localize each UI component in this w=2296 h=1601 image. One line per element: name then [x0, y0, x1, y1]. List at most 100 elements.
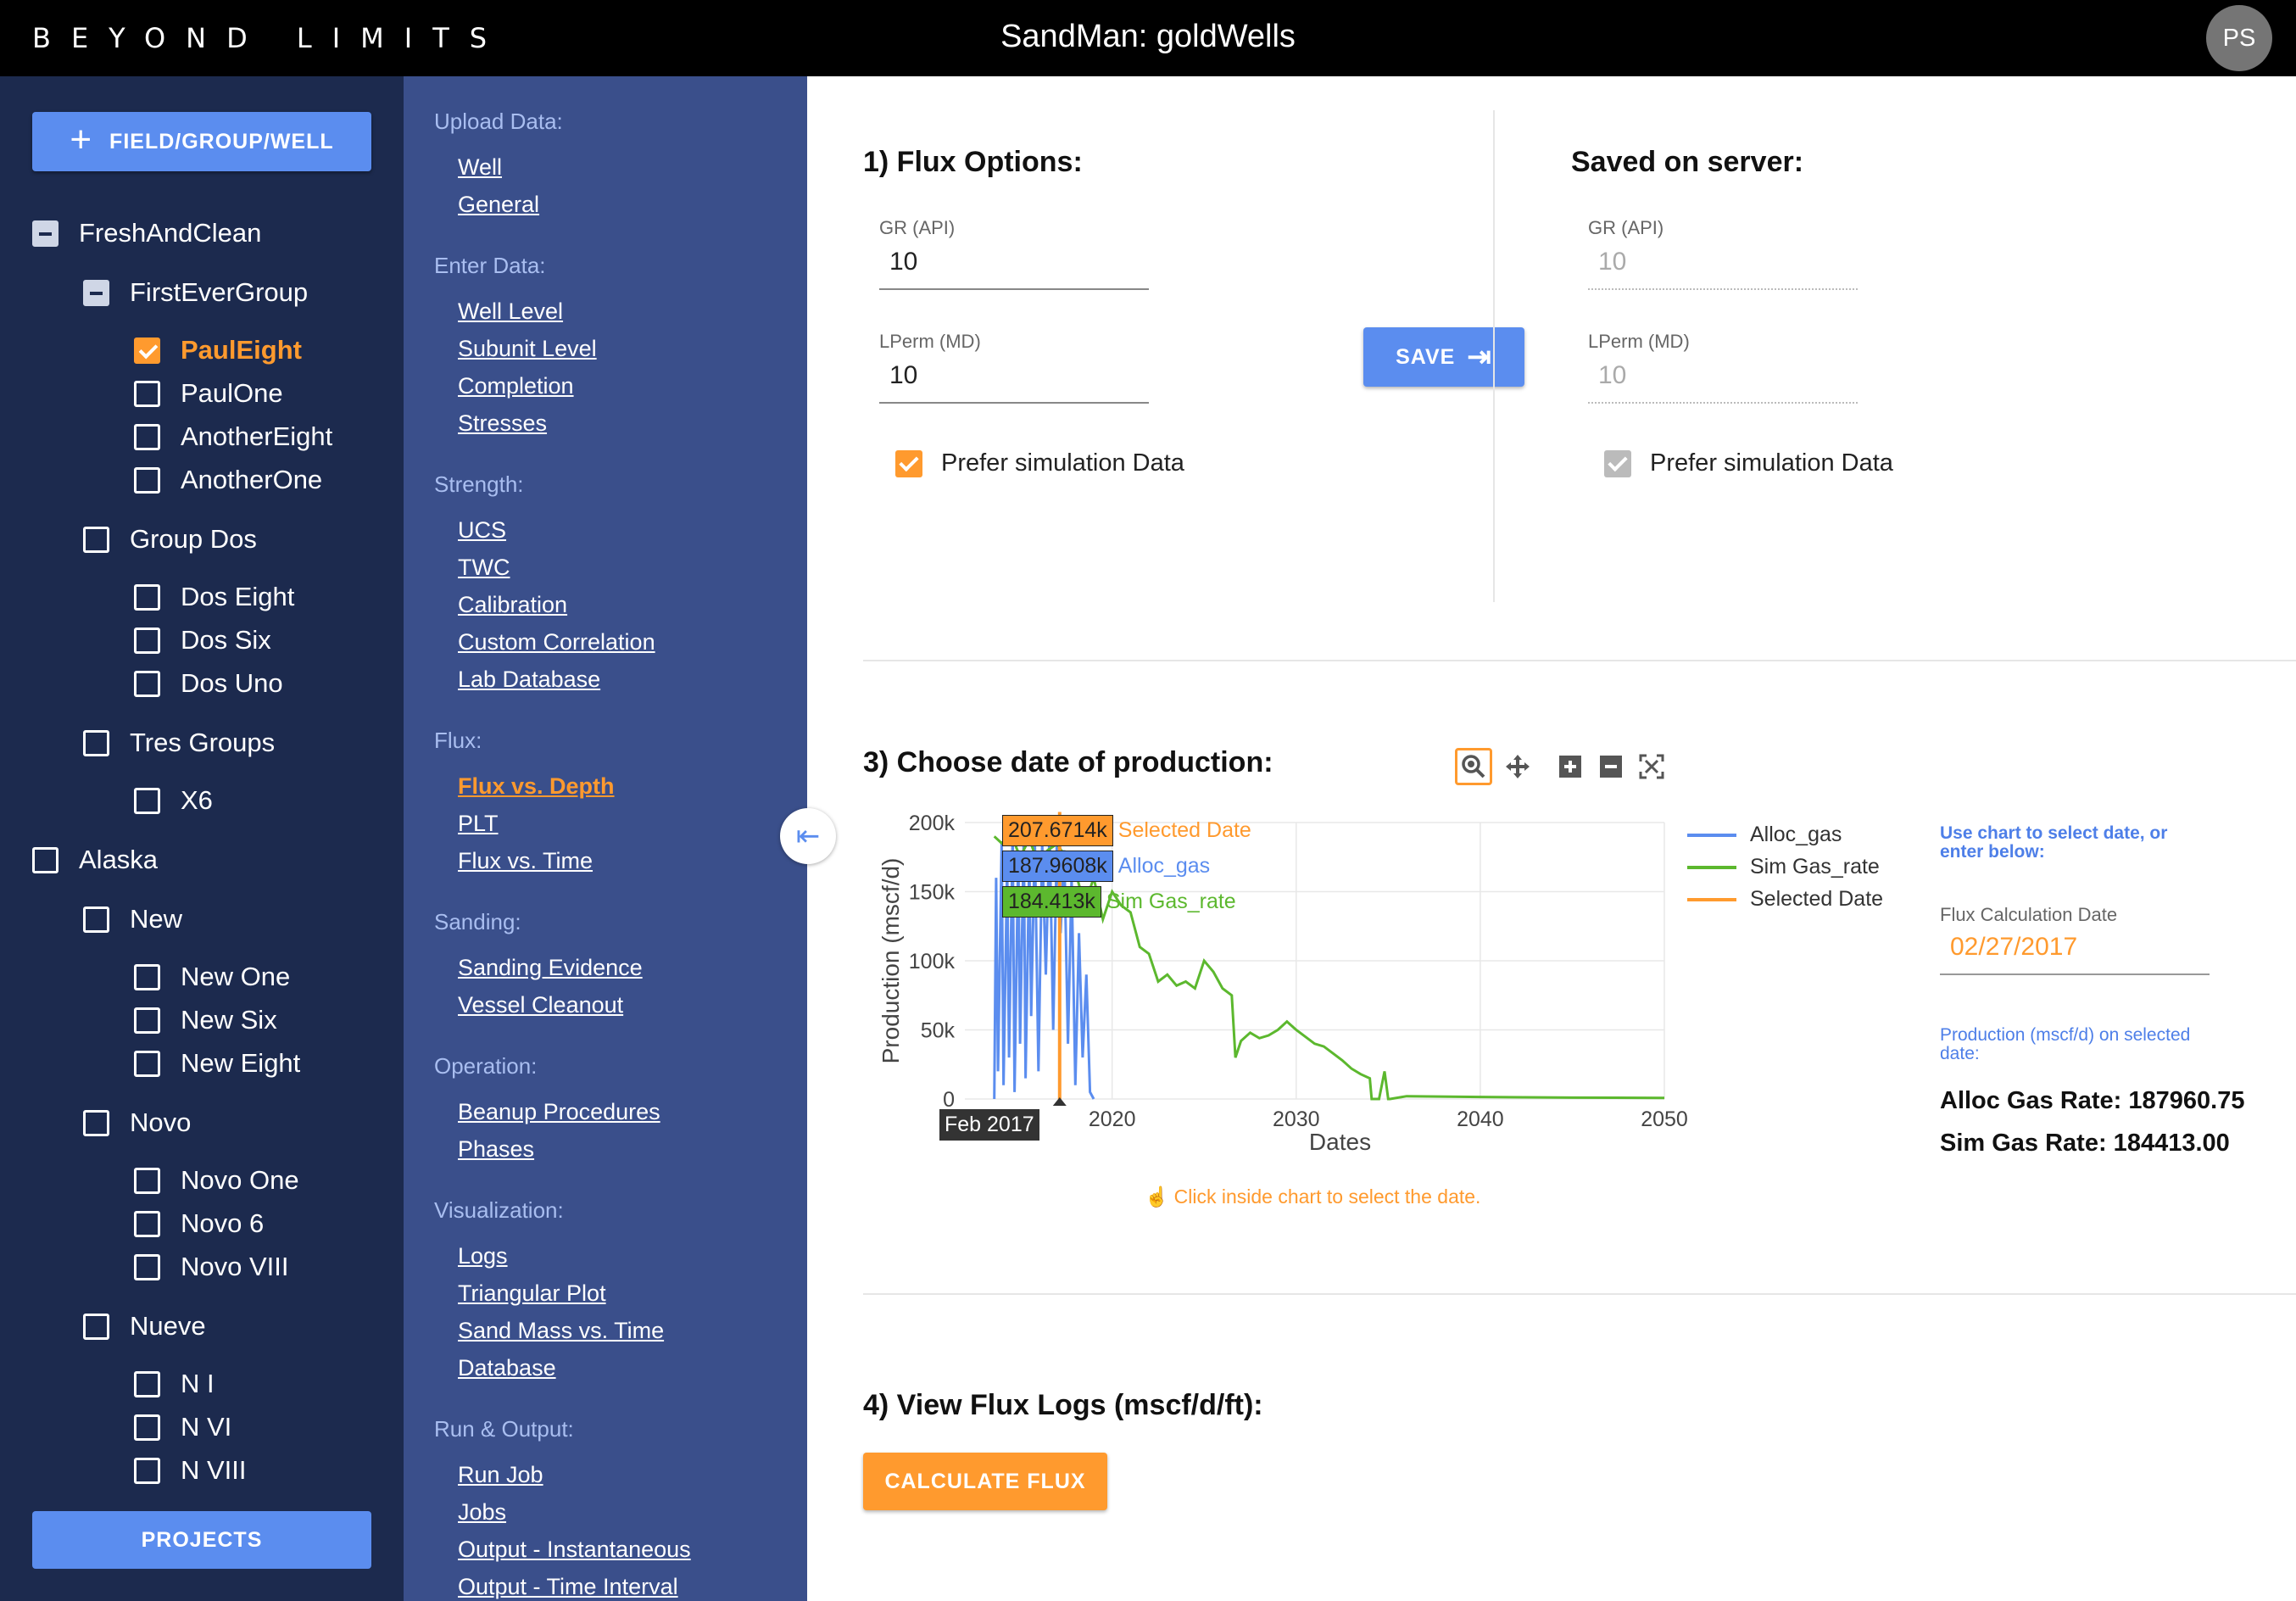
- nav-link[interactable]: PLT: [458, 811, 499, 837]
- user-avatar[interactable]: PS: [2206, 5, 2272, 71]
- tree-item[interactable]: PaulEight: [134, 335, 302, 365]
- tree-item[interactable]: N VIII: [134, 1455, 247, 1486]
- nav-link[interactable]: Flux vs. Depth: [458, 773, 615, 800]
- top-bar: BEYOND LIMITS SandMan: goldWells PS: [0, 0, 2296, 76]
- tree-item-label: Nueve: [130, 1311, 206, 1341]
- nav-link[interactable]: Well Level: [458, 298, 563, 325]
- tree-item[interactable]: Novo: [83, 1107, 191, 1138]
- nav-link[interactable]: Run Job: [458, 1462, 543, 1488]
- legend-item[interactable]: Sim Gas_rate: [1687, 855, 1880, 879]
- flux-date-input[interactable]: 02/27/2017: [1940, 933, 2210, 975]
- autoscale-icon[interactable]: [1633, 748, 1670, 785]
- nav-link[interactable]: Sanding Evidence: [458, 955, 643, 981]
- nav-link[interactable]: Jobs: [458, 1499, 506, 1526]
- checkbox-icon[interactable]: [134, 787, 160, 814]
- checkbox-icon[interactable]: [134, 1370, 160, 1397]
- nav-link[interactable]: Beanup Procedures: [458, 1099, 660, 1125]
- nav-link[interactable]: Stresses: [458, 410, 547, 437]
- tree-item-label: Novo: [130, 1107, 192, 1137]
- tree-item[interactable]: New Eight: [134, 1048, 300, 1079]
- tree-item[interactable]: Novo One: [134, 1165, 299, 1196]
- projects-button[interactable]: PROJECTS: [32, 1511, 371, 1569]
- nav-link[interactable]: Phases: [458, 1136, 534, 1163]
- checkbox-icon[interactable]: [134, 1007, 160, 1034]
- tree-item[interactable]: Alaska: [32, 845, 158, 875]
- tree-item[interactable]: New One: [134, 962, 290, 992]
- save-button[interactable]: SAVE ⇥: [1363, 327, 1524, 387]
- nav-link[interactable]: Completion: [458, 373, 574, 399]
- checkbox-checked-icon[interactable]: [134, 337, 160, 364]
- checkbox-indeterminate-icon[interactable]: [83, 279, 109, 306]
- tree-item[interactable]: Tres Groups: [83, 728, 275, 758]
- legend-item[interactable]: Selected Date: [1687, 887, 1883, 912]
- nav-link[interactable]: Logs: [458, 1243, 508, 1269]
- checkbox-icon[interactable]: [134, 583, 160, 611]
- nav-link[interactable]: Flux vs. Time: [458, 848, 593, 874]
- nav-link[interactable]: Lab Database: [458, 667, 600, 693]
- pan-icon[interactable]: [1499, 748, 1536, 785]
- tree-item[interactable]: FreshAndClean: [32, 218, 261, 248]
- tree-item[interactable]: X6: [134, 785, 213, 816]
- zoom-out-icon[interactable]: [1592, 748, 1630, 785]
- nav-link[interactable]: Triangular Plot: [458, 1280, 606, 1307]
- legend-item[interactable]: Alloc_gas: [1687, 823, 1842, 847]
- tree-item[interactable]: Novo 6: [134, 1208, 264, 1239]
- checkbox-icon[interactable]: [134, 466, 160, 494]
- nav-link[interactable]: Custom Correlation: [458, 629, 655, 655]
- nav-link[interactable]: TWC: [458, 555, 510, 581]
- tree-item[interactable]: Dos Eight: [134, 582, 294, 612]
- tree-item[interactable]: New Six: [134, 1005, 277, 1035]
- nav-link[interactable]: UCS: [458, 517, 506, 544]
- checkbox-icon[interactable]: [134, 1414, 160, 1441]
- tree-item[interactable]: N I: [134, 1369, 215, 1399]
- checkbox-icon[interactable]: [134, 627, 160, 654]
- tree-item[interactable]: New: [83, 904, 182, 934]
- tree-item[interactable]: PaulOne: [134, 378, 283, 409]
- checkbox-icon[interactable]: [134, 1050, 160, 1077]
- tree-item[interactable]: FirstEverGroup: [83, 277, 308, 308]
- lperm-input[interactable]: 10: [879, 361, 1149, 404]
- nav-link[interactable]: General: [458, 192, 539, 218]
- tree-item[interactable]: AnotherEight: [134, 421, 332, 452]
- nav-link[interactable]: Vessel Cleanout: [458, 992, 623, 1018]
- checkbox-indeterminate-icon[interactable]: [32, 220, 59, 247]
- checkbox-icon[interactable]: [134, 963, 160, 990]
- nav-link[interactable]: Sand Mass vs. Time: [458, 1318, 664, 1344]
- checkbox-icon[interactable]: [134, 423, 160, 450]
- checkbox-icon[interactable]: [83, 729, 109, 756]
- nav-link[interactable]: Subunit Level: [458, 336, 597, 362]
- tree-item[interactable]: Nueve: [83, 1311, 206, 1342]
- checkbox-icon[interactable]: [134, 1167, 160, 1194]
- tree-item[interactable]: Group Dos: [83, 524, 257, 555]
- checkbox-icon[interactable]: [134, 1253, 160, 1280]
- saved-heading: Saved on server:: [1571, 146, 1804, 178]
- prefer-simulation-checkbox[interactable]: Prefer simulation Data: [895, 449, 1184, 477]
- checkbox-icon[interactable]: [83, 1109, 109, 1136]
- nav-link[interactable]: Output - Instantaneous: [458, 1537, 691, 1563]
- checkbox-icon[interactable]: [134, 1210, 160, 1237]
- checkbox-icon[interactable]: [32, 846, 59, 873]
- checkbox-icon[interactable]: [134, 380, 160, 407]
- tree-item-label: AnotherOne: [181, 465, 323, 494]
- tree-item[interactable]: AnotherOne: [134, 465, 322, 495]
- gr-input[interactable]: 10: [879, 248, 1149, 290]
- collapse-sidebar-icon[interactable]: ⇤: [780, 808, 836, 864]
- nav-link[interactable]: Calibration: [458, 592, 567, 618]
- tree-item[interactable]: Dos Uno: [134, 668, 283, 699]
- checkbox-icon[interactable]: [83, 1313, 109, 1340]
- add-field-group-well-button[interactable]: + FIELD/GROUP/WELL: [32, 112, 371, 171]
- zoom-in-icon[interactable]: [1552, 748, 1589, 785]
- checkbox-icon[interactable]: [83, 906, 109, 933]
- nav-link[interactable]: Database: [458, 1355, 556, 1381]
- checkbox-icon[interactable]: [134, 1457, 160, 1484]
- production-chart[interactable]: 0 50k 100k 150k 200k 2020 2030 2040 2050 Dates Pro…: [863, 797, 1711, 1153]
- tree-item[interactable]: Dos Six: [134, 625, 271, 655]
- nav-link[interactable]: Output - Time Interval: [458, 1574, 678, 1600]
- tree-item[interactable]: N VI: [134, 1412, 231, 1442]
- zoom-icon[interactable]: [1455, 748, 1492, 785]
- calculate-flux-button[interactable]: CALCULATE FLUX: [863, 1453, 1107, 1510]
- checkbox-icon[interactable]: [83, 526, 109, 553]
- tree-item[interactable]: Novo VIII: [134, 1252, 289, 1282]
- nav-link[interactable]: Well: [458, 154, 502, 181]
- checkbox-icon[interactable]: [134, 670, 160, 697]
